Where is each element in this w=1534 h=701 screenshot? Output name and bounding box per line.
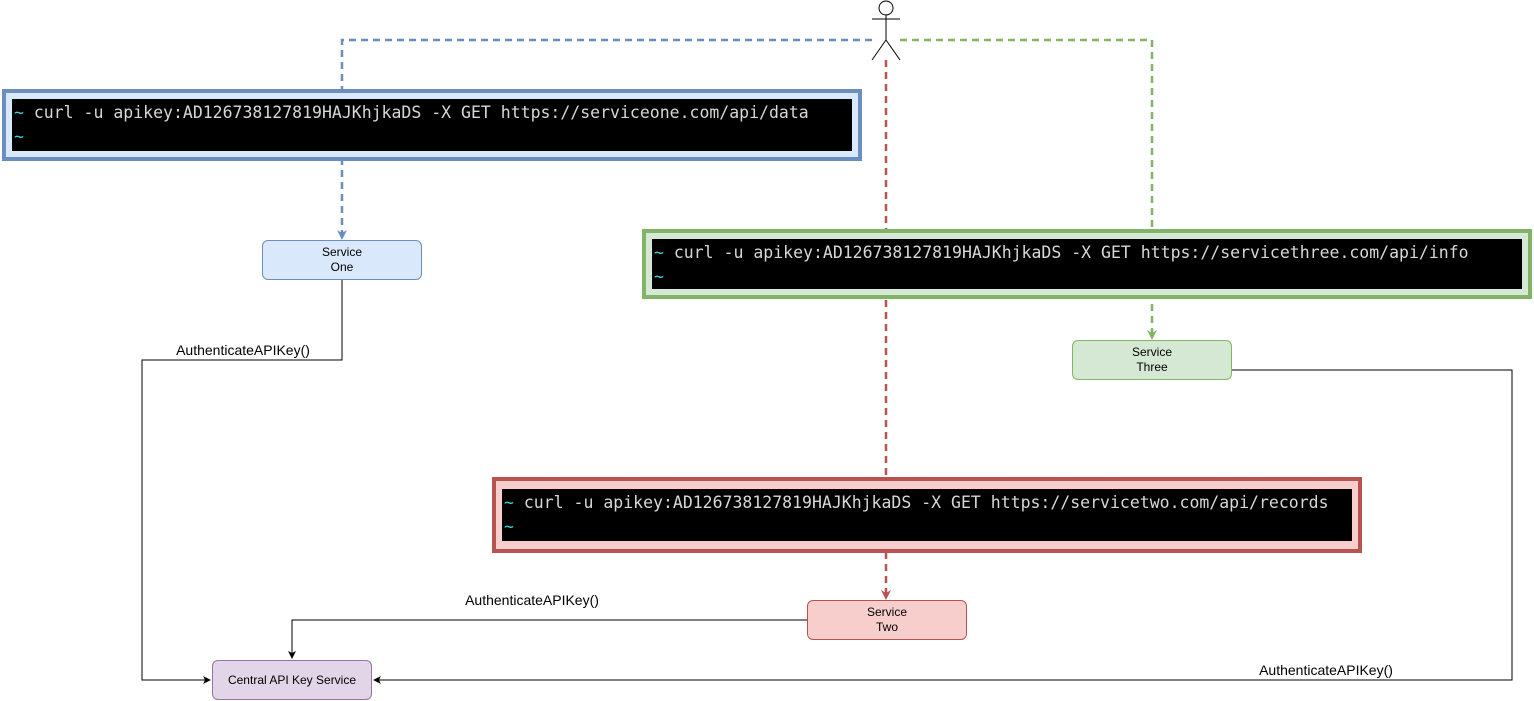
actor-icon [871,0,901,61]
terminal-service-three: ~ curl -u apikey:AD126738127819HAJKhjkaD… [642,229,1532,299]
central-api-key-service-node[interactable]: Central API Key Service [212,660,372,700]
terminal-screen: ~ curl -u apikey:AD126738127819HAJKhjkaD… [652,239,1522,289]
service-one-node[interactable]: Service One [262,240,422,280]
terminal-service-two: ~ curl -u apikey:AD126738127819HAJKhjkaD… [492,477,1362,553]
curl-command: curl -u apikey:AD126738127819HAJKhjkaDS … [673,243,1469,262]
terminal-screen: ~ curl -u apikey:AD126738127819HAJKhjkaD… [12,99,852,151]
curl-command: curl -u apikey:AD126738127819HAJKhjkaDS … [33,103,809,122]
terminal-service-one: ~ curl -u apikey:AD126738127819HAJKhjkaD… [2,89,862,161]
service-three-node[interactable]: Service Three [1072,340,1232,380]
service-two-node[interactable]: Service Two [807,600,967,640]
curl-command: curl -u apikey:AD126738127819HAJKhjkaDS … [523,493,1329,512]
edge-label-service-three: AuthenticateAPIKey() [1259,662,1393,678]
auth-edge-service-two [288,619,807,659]
edge-label-service-two: AuthenticateAPIKey() [465,592,599,608]
terminal-screen: ~ curl -u apikey:AD126738127819HAJKhjkaD… [502,489,1352,541]
edge-label-service-one: AuthenticateAPIKey() [176,342,310,358]
